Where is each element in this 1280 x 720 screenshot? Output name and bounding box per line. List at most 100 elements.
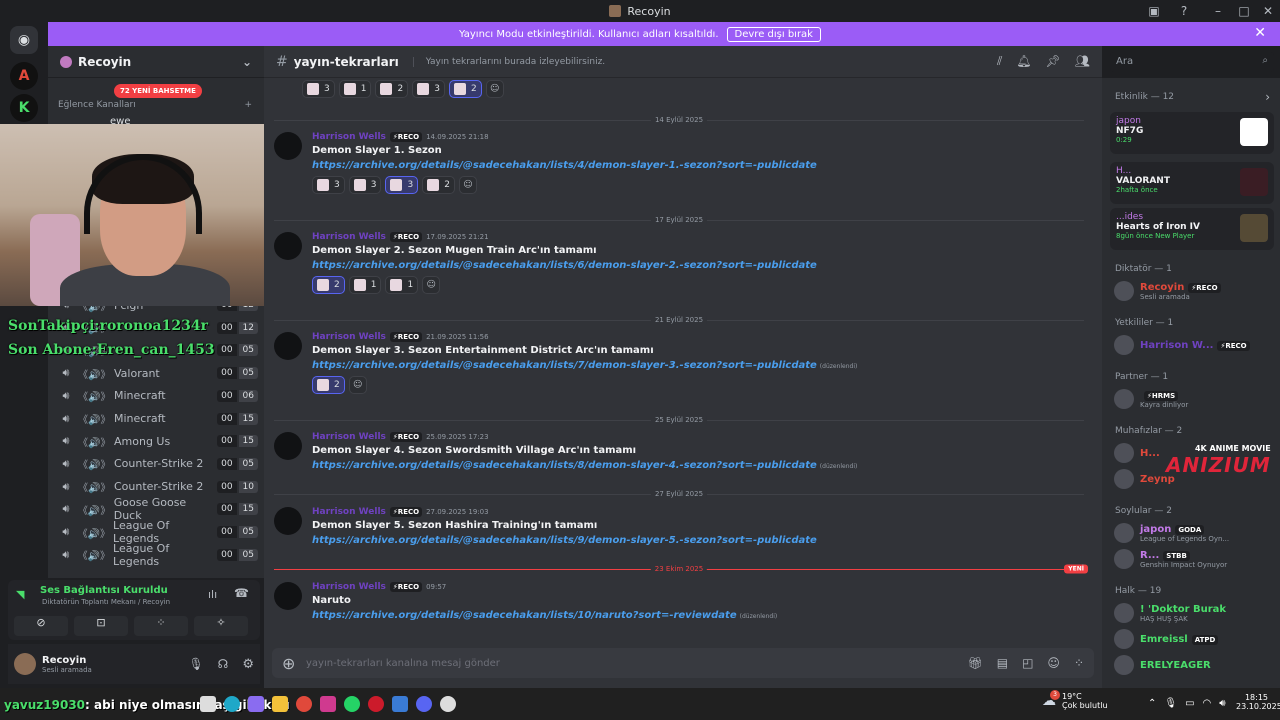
- author-avatar[interactable]: [274, 507, 302, 535]
- voice-channel[interactable]: 🔊︎ 《🔊》 League Of Legends 00 05: [48, 519, 258, 545]
- reaction[interactable]: 2: [312, 376, 345, 394]
- search-input[interactable]: Ara ⌕: [1110, 52, 1274, 72]
- author-avatar[interactable]: [274, 582, 302, 610]
- soundboard-button[interactable]: ✧: [194, 616, 248, 636]
- close-banner-icon[interactable]: ✕: [1254, 25, 1266, 41]
- message-link[interactable]: https://archive.org/details/@sadecehakan…: [312, 360, 857, 371]
- link-text[interactable]: https://archive.org/details/@sadecehakan…: [312, 610, 737, 621]
- link-text[interactable]: https://archive.org/details/@sadecehakan…: [312, 260, 817, 271]
- member-row[interactable]: Emreissl ATPD: [1114, 626, 1274, 652]
- reaction[interactable]: 2: [448, 80, 482, 98]
- discord-home-icon[interactable]: ◉: [10, 26, 38, 54]
- activity-expand-icon[interactable]: ›: [1265, 90, 1270, 104]
- activities-button[interactable]: ⁘: [134, 616, 188, 636]
- maximize-button[interactable]: □: [1236, 3, 1252, 19]
- gif-icon[interactable]: ▤: [997, 656, 1008, 670]
- reaction[interactable]: 1: [385, 276, 419, 294]
- member-row[interactable]: R... STBB Genshin Impact Oynuyor: [1114, 546, 1274, 572]
- link-text[interactable]: https://archive.org/details/@sadecehakan…: [312, 360, 817, 371]
- composer-placeholder[interactable]: yayın-tekrarları kanalına mesaj gönder: [306, 658, 500, 669]
- weather-widget[interactable]: ☁ 3 19°C Çok bulutlu: [1042, 690, 1108, 710]
- activity-card[interactable]: ...ides Hearts of Iron IV 8gün önce New Pl…: [1110, 208, 1274, 250]
- disable-streamer-mode-button[interactable]: Devre dışı bırak: [726, 26, 821, 42]
- member-row[interactable]: Harrison W... ⚡RECO: [1114, 332, 1274, 358]
- reaction[interactable]: 2: [375, 80, 409, 98]
- reaction[interactable]: 1: [348, 276, 382, 294]
- link-text[interactable]: https://archive.org/details/@sadecehakan…: [312, 160, 817, 171]
- link-text[interactable]: https://archive.org/details/@sadecehakan…: [312, 460, 817, 471]
- tray-wifi-icon[interactable]: ◠: [1203, 698, 1212, 709]
- voice-location[interactable]: Diktatörün Toplantı Mekanı / Recoyin: [42, 598, 170, 606]
- author-name[interactable]: Harrison Wells: [312, 432, 386, 442]
- noise-suppression-icon[interactable]: ılı: [208, 588, 217, 601]
- voice-channel[interactable]: 🔊︎ 《🔊》 Minecraft 00 06: [48, 385, 258, 407]
- chrome-icon[interactable]: [296, 696, 312, 712]
- member-row[interactable]: ERELYEAGER: [1114, 652, 1274, 678]
- server-header[interactable]: Recoyin ⌄: [48, 46, 264, 78]
- reaction[interactable]: 3: [412, 80, 445, 98]
- disconnect-icon[interactable]: ☎: [234, 586, 249, 600]
- voice-channel[interactable]: 🔊︎ 《🔊》 Valorant 00 05: [48, 362, 258, 384]
- tray-chevron-icon[interactable]: ⌃: [1148, 698, 1156, 709]
- threads-icon[interactable]: ⫽: [997, 54, 1002, 69]
- gift-icon[interactable]: 🎁︎: [968, 656, 983, 670]
- new-mentions-badge[interactable]: 72 YENİ BAHSETME: [114, 84, 202, 98]
- member-row[interactable]: ! 'Doktor Burak HAŞ HUŞ ŞAK: [1114, 600, 1274, 626]
- reaction[interactable]: 3: [312, 176, 345, 194]
- add-reaction-icon[interactable]: ☺: [422, 276, 441, 294]
- reaction[interactable]: 3: [302, 80, 335, 98]
- author-avatar[interactable]: [274, 132, 302, 160]
- member-row[interactable]: ⚡HRMS Kayra dinliyor: [1114, 386, 1274, 412]
- add-reaction-icon[interactable]: ☺: [348, 376, 367, 394]
- voice-channel[interactable]: 🔊︎ 《🔊》 Counter-Strike 2 00 10: [48, 476, 258, 498]
- microphone-icon[interactable]: 🎙︎: [188, 657, 203, 671]
- tray-mic-icon[interactable]: 🎙︎: [1164, 698, 1177, 709]
- reaction[interactable]: 1: [338, 80, 372, 98]
- voice-channel[interactable]: 🔊︎ 《🔊》 Minecraft 00 15: [48, 408, 258, 430]
- voice-channel[interactable]: 🔊︎ 《🔊》 League Of Legends 00 05: [48, 542, 258, 568]
- message-link[interactable]: https://archive.org/details/@sadecehakan…: [312, 460, 857, 471]
- whatsapp-icon[interactable]: [344, 696, 360, 712]
- message-composer[interactable]: ⊕ yayın-tekrarları kanalına mesaj gönder…: [272, 648, 1094, 678]
- attach-plus-icon[interactable]: ⊕: [282, 654, 306, 673]
- author-avatar[interactable]: [274, 432, 302, 460]
- voice-status[interactable]: Ses Bağlantısı Kuruldu: [40, 585, 168, 596]
- author-avatar[interactable]: [274, 232, 302, 260]
- voice-channel[interactable]: 🔊︎ 《🔊》 Among Us 00 15: [48, 430, 258, 452]
- message-link[interactable]: https://archive.org/details/@sadecehakan…: [312, 260, 817, 271]
- user-avatar[interactable]: [14, 653, 36, 675]
- message-link[interactable]: https://archive.org/details/@sadecehakan…: [312, 535, 817, 546]
- server-icon-red[interactable]: A: [10, 62, 38, 90]
- author-name[interactable]: Harrison Wells: [312, 332, 386, 342]
- minimize-button[interactable]: –: [1210, 3, 1226, 19]
- author-name[interactable]: Harrison Wells: [312, 582, 386, 592]
- edge-icon[interactable]: [224, 696, 240, 712]
- activity-card[interactable]: japon NF7G 0:29: [1110, 112, 1274, 154]
- settings-gear-icon[interactable]: ⚙: [242, 657, 254, 672]
- copilot-icon[interactable]: [248, 696, 264, 712]
- add-reaction-icon[interactable]: ☺: [485, 80, 504, 98]
- member-list-icon[interactable]: 👥︎: [1075, 54, 1090, 69]
- notification-bell-icon[interactable]: 🔔︎: [1016, 54, 1031, 69]
- sticker-icon[interactable]: ◰: [1022, 656, 1033, 670]
- explorer-icon[interactable]: [272, 696, 288, 712]
- category-header[interactable]: Eğlence Kanalları +: [58, 100, 254, 110]
- pinned-messages-icon[interactable]: 📌︎: [1046, 54, 1061, 69]
- headphones-icon[interactable]: ☊: [218, 657, 229, 671]
- screen-share-button[interactable]: ⊡: [74, 616, 128, 636]
- tray-display-icon[interactable]: ▭: [1185, 698, 1194, 709]
- taskbar-clock[interactable]: 18:15 23.10.2025: [1236, 693, 1280, 711]
- author-name[interactable]: Harrison Wells: [312, 507, 386, 517]
- author-avatar[interactable]: [274, 332, 302, 360]
- camera-off-button[interactable]: ⊘: [14, 616, 68, 636]
- close-window-button[interactable]: ✕: [1260, 3, 1276, 19]
- task-view-icon[interactable]: [200, 696, 216, 712]
- vpn-icon[interactable]: [392, 696, 408, 712]
- add-channel-icon[interactable]: +: [244, 100, 252, 110]
- server-icon-green[interactable]: K: [10, 94, 38, 122]
- tray-volume-icon[interactable]: 🔊︎: [1219, 698, 1225, 709]
- message-link[interactable]: https://archive.org/details/@sadecehakan…: [312, 160, 817, 171]
- message-link[interactable]: https://archive.org/details/@sadecehakan…: [312, 610, 777, 621]
- member-row[interactable]: Recoyin ⚡RECO Sesli aramada: [1114, 278, 1274, 304]
- steam-icon[interactable]: [440, 696, 456, 712]
